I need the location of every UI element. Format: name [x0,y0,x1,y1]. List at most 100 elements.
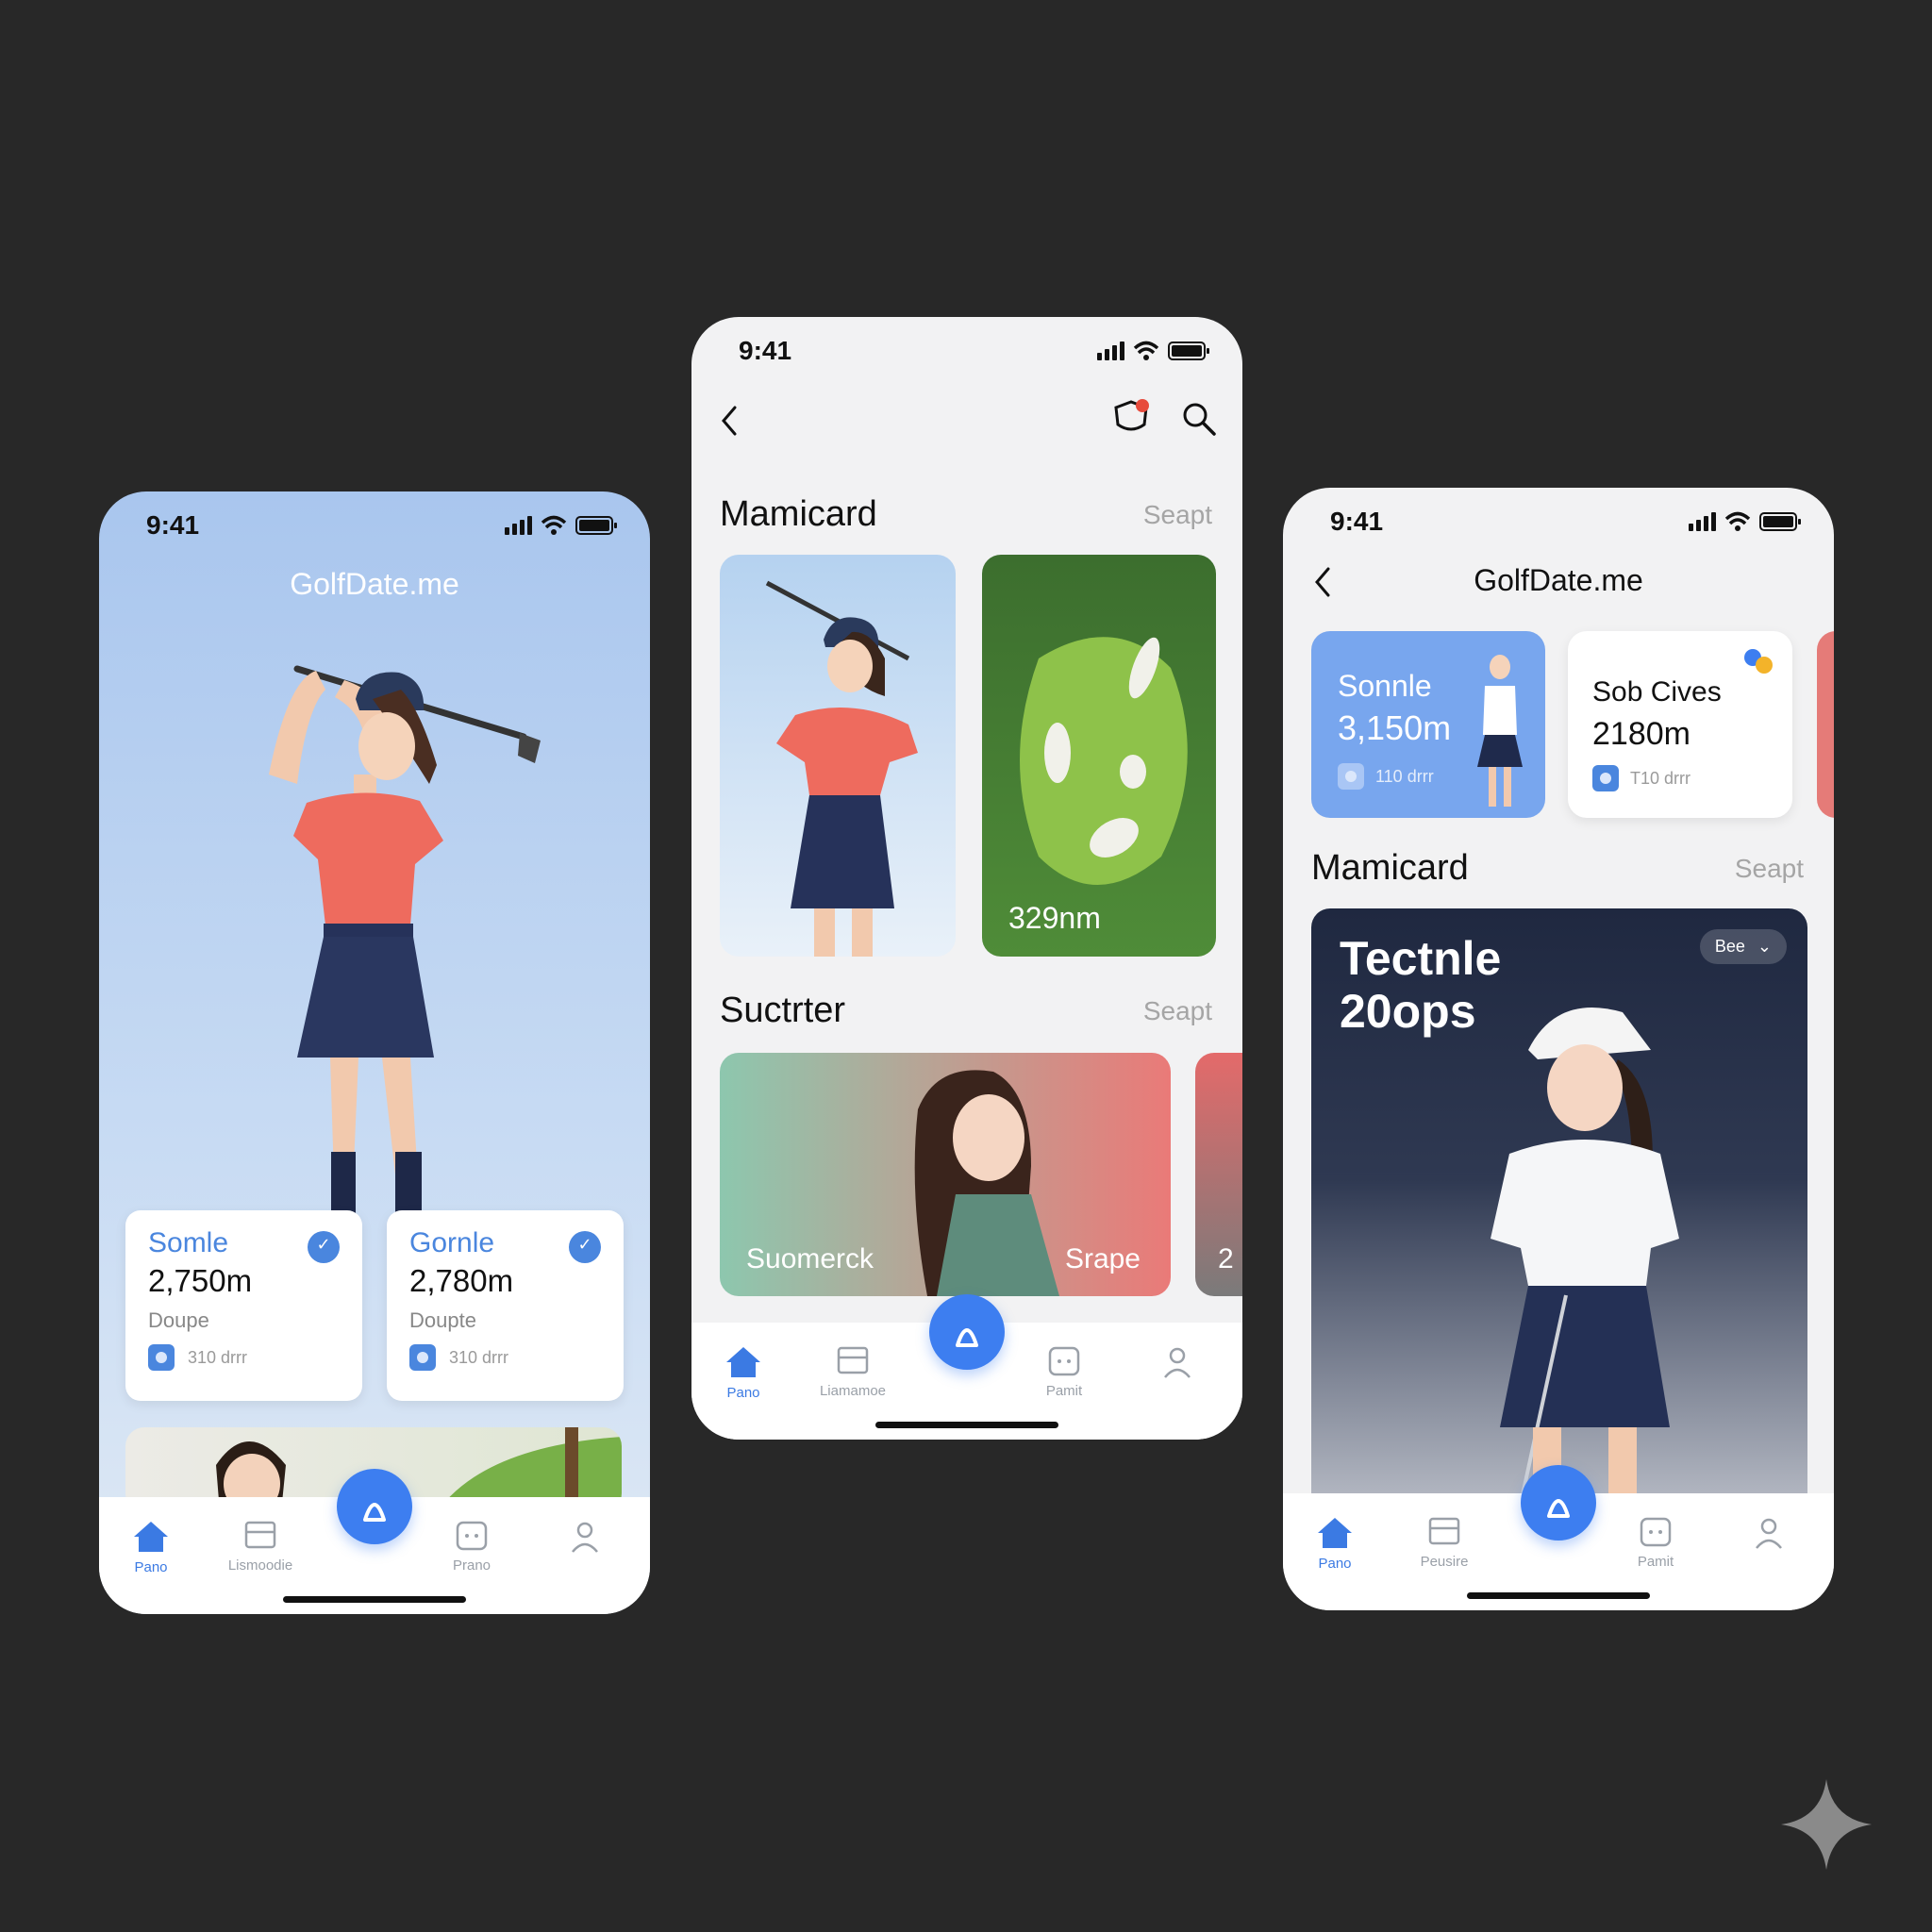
tab-label: Pamit [1637,1554,1674,1570]
tab-profile[interactable] [1717,1516,1821,1556]
center-action-button[interactable] [1521,1465,1596,1541]
stat-card-peek[interactable] [1817,631,1834,818]
home-indicator [283,1596,466,1603]
course-distance-label: 329nm [1008,901,1101,935]
verified-icon [308,1231,340,1263]
stat-card-value: 2180m [1592,716,1690,752]
tab-home[interactable]: Pano [691,1345,795,1401]
app-title: GolfDate.me [290,567,459,601]
status-time: 9:41 [739,336,792,365]
feature-card[interactable]: Tectnle 20ops Bee ⌄ [1311,908,1807,1512]
golfer-card-illustration [765,580,918,957]
tab-label: Lismoodie [227,1557,293,1574]
sparkle-icon [1781,1779,1872,1870]
center-action-button[interactable] [337,1469,412,1544]
home-icon [726,1347,760,1377]
course-map-card[interactable]: 329nm [982,555,1216,957]
stat-card-blue[interactable]: Sonnle 3,150m 110 drrr [1311,631,1545,818]
chat-icon [456,1521,488,1551]
status-time: 9:41 [1330,507,1384,536]
section-see-all-link[interactable]: Seapt [1143,996,1212,1026]
tab-label: Peusire [1420,1554,1469,1570]
tee-icon [1547,1499,1570,1518]
signal-wifi-battery-icon [1097,341,1209,360]
golfer-illustration [269,665,541,1227]
stat-card-foot: 110 drrr [1375,766,1434,786]
tee-icon [956,1328,978,1347]
person-icon [572,1522,598,1553]
person-icon [1756,1518,1782,1549]
course-map-illustration [1020,637,1188,885]
stat-card-sub: Doupte [409,1308,476,1332]
stat-card-value: 3,150m [1338,708,1452,747]
featured-player-card[interactable]: Suomerck Srape [720,1053,1171,1296]
featured-player-tag: Srape [1064,1243,1141,1274]
tab-label: Liamamoe [819,1383,887,1399]
home-indicator [1467,1592,1650,1599]
feature-golfer-illustration [1491,1008,1679,1512]
back-chevron-icon[interactable] [718,404,741,438]
stat-card-sub: Doupe [148,1308,209,1332]
calendar-icon [244,1521,276,1549]
tab-home[interactable]: Pano [1283,1516,1387,1572]
section-title: Mamicard [1311,848,1469,888]
tab-messages[interactable]: Pamit [1012,1345,1116,1399]
tab-list[interactable]: Lismoodie [208,1520,312,1574]
section-title: Mamicard [720,494,877,534]
home-indicator [875,1422,1058,1428]
stat-card-foot: 310 drrr [188,1347,248,1367]
badge-icon [409,1344,436,1371]
filter-dropdown[interactable]: Bee ⌄ [1699,929,1787,964]
stat-card-title: Sob Cives [1592,676,1722,708]
stat-card-2[interactable]: Gornle 2,780m Doupte 310 drrr [387,1210,624,1401]
status-bar: 9:41 [99,491,650,558]
section-title: Suctrter [720,991,846,1030]
stat-card-1[interactable]: Somle 2,750m Doupe 310 drrr [125,1210,362,1401]
section-see-all-link[interactable]: Seapt [1143,500,1212,530]
tab-messages[interactable]: Pamit [1604,1516,1707,1570]
tab-messages[interactable]: Prano [420,1520,524,1574]
feature-title-line1: Tectnle [1340,932,1502,985]
tab-list[interactable]: Peusire [1392,1516,1496,1570]
phone-discover-screen: 9:41 Mamicard Seapt 329nm Suctrter Seapt… [691,317,1242,1440]
person-icon [1164,1347,1191,1378]
search-icon[interactable] [1180,400,1218,438]
phone-profile-screen: 9:41 GolfDate.me Sonnle 3,150m 110 drrr … [1283,488,1834,1610]
badge-icon [1338,763,1364,790]
phone-home-screen: 9:41 GolfDate.me Somle 2,750m Doupe 310 … [99,491,650,1614]
home-icon [134,1522,168,1552]
signal-wifi-battery-icon [1689,511,1801,531]
golfer-card[interactable] [720,555,956,957]
tab-label: Pano [1318,1556,1352,1572]
section-see-all-link[interactable]: Seapt [1735,854,1804,884]
stat-card-foot: T10 drrr [1630,768,1691,788]
badge-icon [1592,765,1619,791]
stat-card-white[interactable]: Sob Cives 2180m T10 drrr [1568,631,1792,818]
color-dots-icon [1744,649,1773,674]
badge-icon [148,1344,175,1371]
tab-profile[interactable] [533,1520,637,1559]
chat-icon [1048,1346,1080,1376]
center-action-button[interactable] [929,1294,1005,1370]
stat-card-value: 2,750m [148,1263,253,1298]
status-bar: 9:41 [691,317,1242,383]
calendar-icon [837,1346,869,1374]
tab-label: Prano [452,1557,491,1574]
filter-dropdown-label: Bee [1714,937,1745,956]
app-title: GolfDate.me [1474,563,1643,597]
tee-icon [363,1503,386,1522]
tab-profile[interactable] [1125,1345,1229,1385]
tab-list[interactable]: Liamamoe [801,1345,905,1399]
tab-label: Pamit [1045,1383,1083,1399]
tab-home[interactable]: Pano [99,1520,203,1575]
status-bar: 9:41 [1283,488,1834,554]
status-time: 9:41 [146,510,200,540]
calendar-icon [1428,1517,1460,1545]
stat-card-title: Sonnle [1338,669,1432,703]
signal-wifi-battery-icon [505,515,617,535]
tab-label: Pano [726,1385,760,1401]
next-card-peek[interactable]: 2 [1195,1053,1242,1296]
mini-golfer-illustration [1477,655,1523,807]
notification-shield-icon[interactable] [1110,396,1152,438]
stat-card-value: 2,780m [409,1263,514,1298]
